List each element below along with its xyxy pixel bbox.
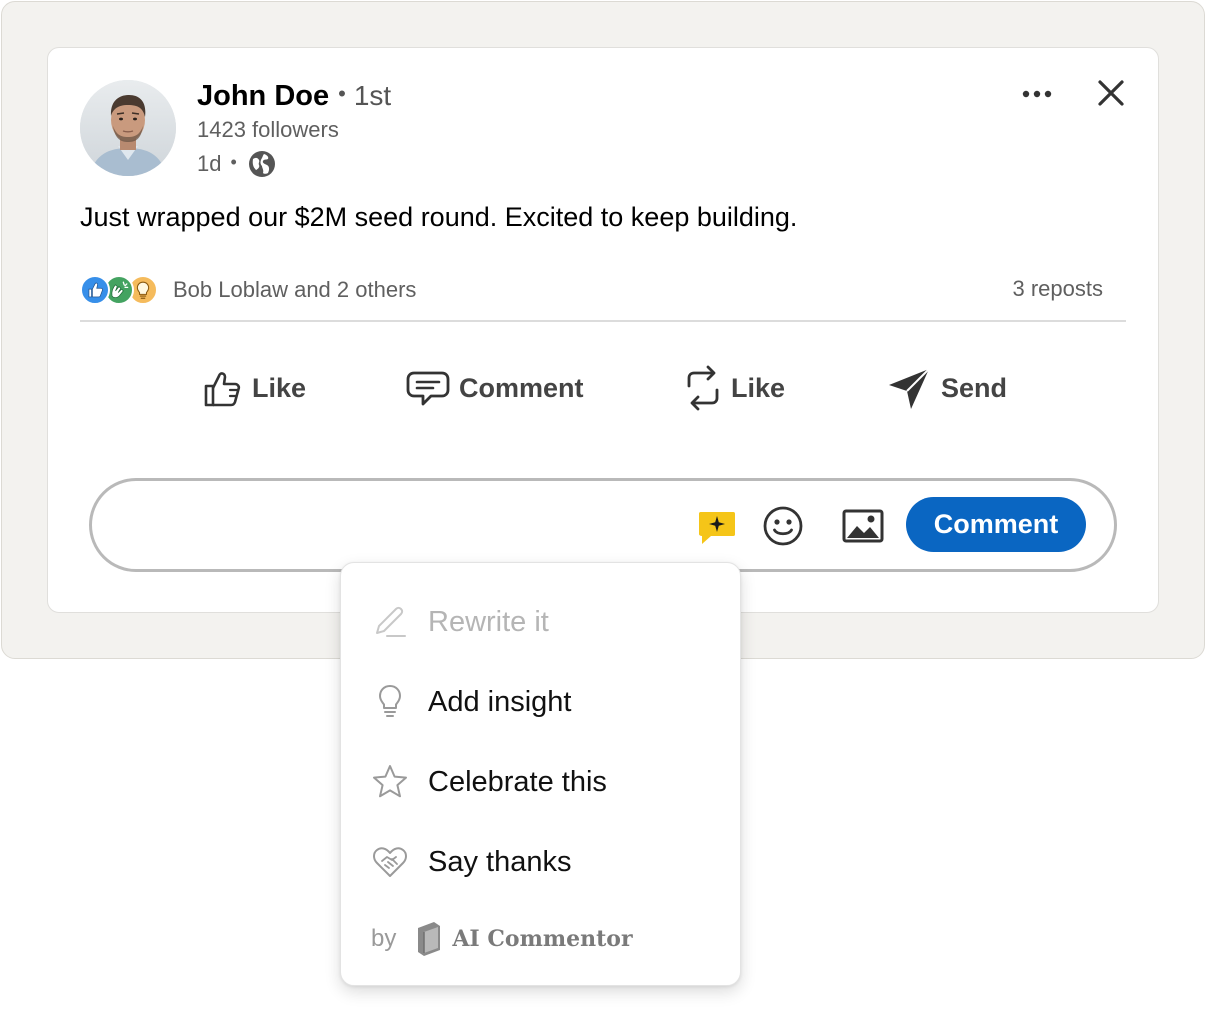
- close-icon: [1098, 80, 1124, 106]
- send-button[interactable]: Send: [887, 362, 1007, 414]
- thumbs-up-icon: [204, 372, 241, 407]
- menu-item-add-insight[interactable]: Add insight: [341, 670, 740, 734]
- menu-item-rewrite[interactable]: Rewrite it: [341, 590, 740, 654]
- reactions-text: Bob Loblaw and 2 others: [173, 277, 417, 302]
- like-button[interactable]: Like: [200, 362, 306, 414]
- reaction-icons: [80, 273, 160, 307]
- comment-action-label: Comment: [459, 372, 584, 403]
- speech-bubble-icon: [406, 371, 450, 406]
- menu-item-label: Rewrite it: [428, 605, 549, 638]
- ai-suggestions-menu: Rewrite it Add insight Celebrate this Sa…: [340, 562, 741, 986]
- meta-separator: •: [230, 151, 237, 172]
- repost-label: Like: [731, 372, 786, 403]
- star-icon: [373, 765, 407, 798]
- smiley-icon: [763, 506, 803, 546]
- send-label: Send: [941, 372, 1008, 403]
- comment-input[interactable]: [122, 499, 682, 551]
- emoji-button[interactable]: [762, 505, 804, 547]
- globe-icon: [247, 149, 277, 179]
- divider: [80, 320, 1126, 322]
- menu-item-celebrate[interactable]: Celebrate this: [341, 750, 740, 814]
- like-reaction-icon: [80, 275, 110, 305]
- image-icon: [842, 509, 884, 543]
- brand-name[interactable]: AI Commentor: [452, 926, 632, 952]
- pencil-icon: [376, 606, 406, 637]
- menu-footer: by AI Commentor: [371, 919, 633, 959]
- ai-sparkle-icon: [699, 512, 735, 544]
- more-options-button[interactable]: [1016, 78, 1058, 110]
- author-line: John Doe • 1st: [197, 80, 391, 112]
- paper-plane-icon: [889, 368, 930, 409]
- reposts-count[interactable]: 3 reposts: [1013, 276, 1104, 302]
- image-upload-button[interactable]: [842, 506, 884, 546]
- comment-box: Comment: [89, 478, 1117, 572]
- reactions-summary[interactable]: Bob Loblaw and 2 others: [80, 272, 416, 308]
- repost-icon: [687, 365, 719, 411]
- menu-item-say-thanks[interactable]: Say thanks: [341, 830, 740, 894]
- connection-degree: 1st: [353, 80, 392, 111]
- menu-item-label: Say thanks: [428, 845, 572, 878]
- menu-item-label: Add insight: [428, 685, 572, 718]
- close-button[interactable]: [1092, 74, 1130, 112]
- lightbulb-icon: [379, 685, 401, 717]
- submit-comment-button[interactable]: Comment: [906, 497, 1086, 552]
- degree-separator: •: [338, 81, 346, 106]
- ai-comment-button[interactable]: [697, 506, 737, 546]
- follower-count: 1423 followers: [197, 117, 339, 142]
- heart-handshake-icon: [373, 847, 407, 877]
- comment-action-button[interactable]: Comment: [405, 362, 584, 414]
- post-time: 1d: [197, 151, 222, 176]
- post-text: Just wrapped our $2M seed round. Excited…: [80, 202, 798, 232]
- like-label: Like: [252, 372, 307, 403]
- repost-button[interactable]: Like: [683, 362, 785, 414]
- avatar[interactable]: [80, 80, 176, 176]
- by-text: by: [371, 925, 397, 952]
- ellipsis-icon: [1022, 90, 1052, 98]
- ai-commentor-logo-icon: [418, 922, 441, 956]
- author-name[interactable]: John Doe: [197, 80, 329, 113]
- post-meta: 1d •: [197, 148, 277, 180]
- menu-item-label: Celebrate this: [428, 765, 607, 798]
